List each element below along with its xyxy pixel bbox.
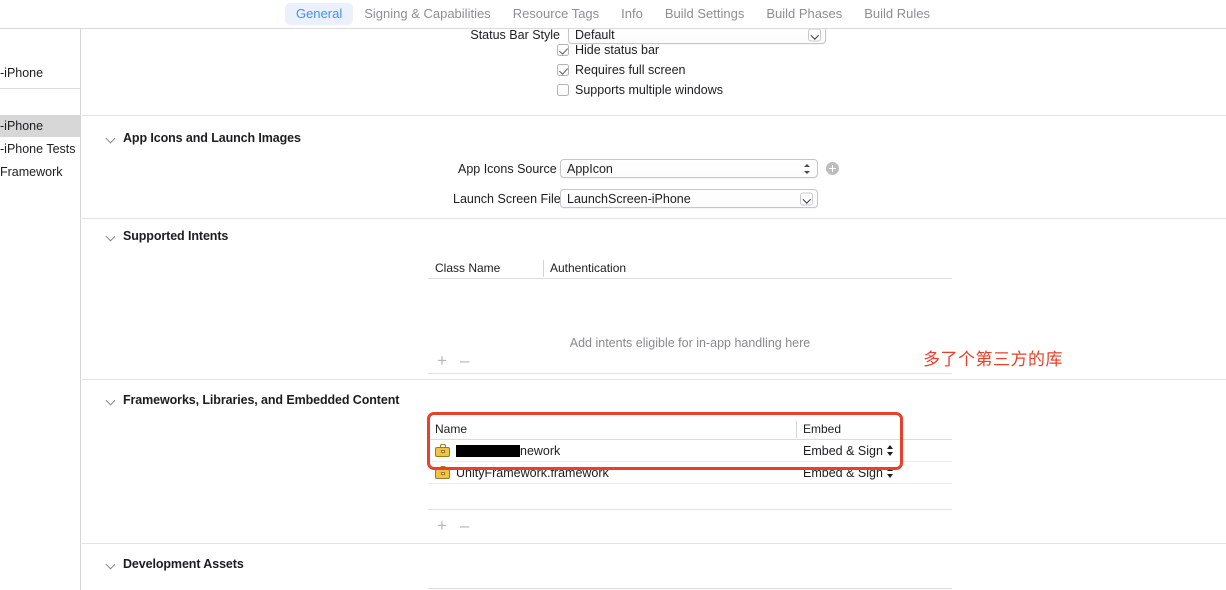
table-row[interactable]: UnityFramework.framework Embed & Sign <box>428 462 952 484</box>
target-editor-tabbar: General Signing & Capabilities Resource … <box>0 0 1226 29</box>
status-bar-style-row: Status Bar Style Default <box>467 29 826 44</box>
framework-name-cell-1: nework <box>428 444 796 458</box>
hide-status-bar-checkbox[interactable] <box>557 44 569 56</box>
annotation-text: 多了个第三方的库 <box>923 350 1063 369</box>
section-divider-supported-intents <box>82 218 1226 219</box>
section-divider-frameworks <box>82 379 1226 380</box>
section-header-app-icons[interactable]: App Icons and Launch Images <box>107 131 301 145</box>
chevron-down-icon <box>107 232 116 241</box>
column-header-embed[interactable]: Embed <box>796 419 952 440</box>
section-header-supported-intents[interactable]: Supported Intents <box>107 229 228 243</box>
sidebar-divider <box>0 88 80 89</box>
framework-embed-value-2: Embed & Sign <box>803 465 883 480</box>
frameworks-table-header: Name Embed <box>428 419 952 440</box>
framework-name-text-1: nework <box>520 443 561 458</box>
remove-intent-button[interactable]: – <box>460 352 469 369</box>
launch-screen-file-value: LaunchScreen-iPhone <box>567 191 691 206</box>
framework-name-text-2: UnityFramework.framework <box>456 465 609 480</box>
add-app-icon-set-button[interactable] <box>826 162 839 175</box>
supports-multiple-windows-label: Supports multiple windows <box>575 83 723 97</box>
frameworks-table: Name Embed nework Embed & Sign UnityFram… <box>428 419 952 510</box>
app-icons-source-value: AppIcon <box>567 161 613 176</box>
status-bar-style-label: Status Bar Style <box>470 29 560 42</box>
supported-intents-table: Class Name Authentication Add intents el… <box>428 258 952 374</box>
framework-embed-cell-1[interactable]: Embed & Sign <box>796 444 952 458</box>
supports-multiple-windows-checkbox[interactable] <box>557 84 569 96</box>
section-title-frameworks: Frameworks, Libraries, and Embedded Cont… <box>123 393 400 407</box>
tab-build-phases[interactable]: Build Phases <box>755 3 853 25</box>
status-bar-style-value: Default <box>575 29 615 42</box>
add-intent-button[interactable]: + <box>437 352 447 369</box>
tab-build-settings[interactable]: Build Settings <box>654 3 756 25</box>
table-row[interactable]: nework Embed & Sign <box>428 440 952 462</box>
sidebar-item-target-framework[interactable]: Framework <box>0 161 80 183</box>
tab-signing-capabilities[interactable]: Signing & Capabilities <box>353 3 501 25</box>
framework-embed-cell-2[interactable]: Embed & Sign <box>796 466 952 480</box>
framework-briefcase-icon <box>435 444 450 457</box>
launch-screen-file-label: Launch Screen File <box>453 191 561 206</box>
chevron-down-icon <box>808 29 821 41</box>
requires-full-screen-checkbox[interactable] <box>557 64 569 76</box>
supported-intents-add-remove-controls: + – <box>437 352 469 369</box>
remove-framework-button[interactable]: – <box>460 517 469 534</box>
tab-resource-tags[interactable]: Resource Tags <box>502 3 610 25</box>
app-icons-source-label: App Icons Source <box>458 161 557 176</box>
project-navigator-sidebar: -iPhone -iPhone -iPhone Tests Framework <box>0 29 81 590</box>
supported-intents-empty-message: Add intents eligible for in-app handling… <box>569 336 811 350</box>
section-title-development-assets: Development Assets <box>123 557 244 571</box>
section-header-development-assets[interactable]: Development Assets <box>107 557 244 571</box>
column-header-name[interactable]: Name <box>428 419 796 440</box>
app-icons-source-dropdown[interactable]: AppIcon <box>560 159 818 178</box>
section-divider-development-assets <box>82 543 1226 544</box>
framework-embed-value-1: Embed & Sign <box>803 443 883 458</box>
hide-status-bar-label: Hide status bar <box>575 43 660 57</box>
framework-name-cell-2: UnityFramework.framework <box>428 466 796 480</box>
app-icons-source-row: App Icons Source AppIcon <box>458 159 839 178</box>
xcode-target-general-pane: General Signing & Capabilities Resource … <box>0 0 1226 590</box>
sidebar-item-target-iphone[interactable]: -iPhone <box>0 115 80 137</box>
hide-status-bar-row[interactable]: Hide status bar <box>557 43 659 57</box>
column-header-class-name[interactable]: Class Name <box>428 258 543 279</box>
chevron-down-icon <box>107 134 116 143</box>
framework-name-redaction-bar <box>456 444 520 457</box>
requires-full-screen-label: Requires full screen <box>575 63 686 77</box>
supports-multiple-windows-row[interactable]: Supports multiple windows <box>557 83 723 97</box>
stepper-arrows-icon <box>886 467 895 479</box>
stepper-arrows-icon <box>804 163 811 175</box>
add-framework-button[interactable]: + <box>437 517 447 534</box>
requires-full-screen-row[interactable]: Requires full screen <box>557 63 685 77</box>
supported-intents-table-header: Class Name Authentication <box>428 258 952 279</box>
chevron-down-icon <box>107 560 116 569</box>
column-header-authentication[interactable]: Authentication <box>543 258 952 279</box>
stepper-arrows-icon <box>886 445 895 457</box>
section-header-frameworks[interactable]: Frameworks, Libraries, and Embedded Cont… <box>107 393 399 407</box>
supported-intents-table-footer-divider <box>428 373 952 374</box>
development-assets-table-divider <box>428 588 952 589</box>
general-settings-content: Status Bar Style Default Hide status bar… <box>82 29 1226 590</box>
chevron-down-icon <box>800 192 813 205</box>
frameworks-add-remove-controls: + – <box>437 517 469 534</box>
tab-info[interactable]: Info <box>610 3 654 25</box>
section-title-app-icons: App Icons and Launch Images <box>123 131 301 145</box>
chevron-down-icon <box>107 396 116 405</box>
launch-screen-file-row: Launch Screen File LaunchScreen-iPhone <box>453 189 818 208</box>
sidebar-item-target-iphone-tests[interactable]: -iPhone Tests <box>0 138 80 160</box>
sidebar-item-project-iphone[interactable]: -iPhone <box>0 62 80 84</box>
framework-briefcase-icon <box>435 466 450 479</box>
tab-build-rules[interactable]: Build Rules <box>853 3 941 25</box>
section-divider-app-icons <box>82 115 1226 116</box>
tab-general[interactable]: General <box>284 3 354 25</box>
frameworks-table-footer-divider <box>428 509 952 510</box>
section-title-supported-intents: Supported Intents <box>123 229 229 243</box>
launch-screen-file-dropdown[interactable]: LaunchScreen-iPhone <box>560 189 818 208</box>
status-bar-style-dropdown[interactable]: Default <box>568 29 826 44</box>
